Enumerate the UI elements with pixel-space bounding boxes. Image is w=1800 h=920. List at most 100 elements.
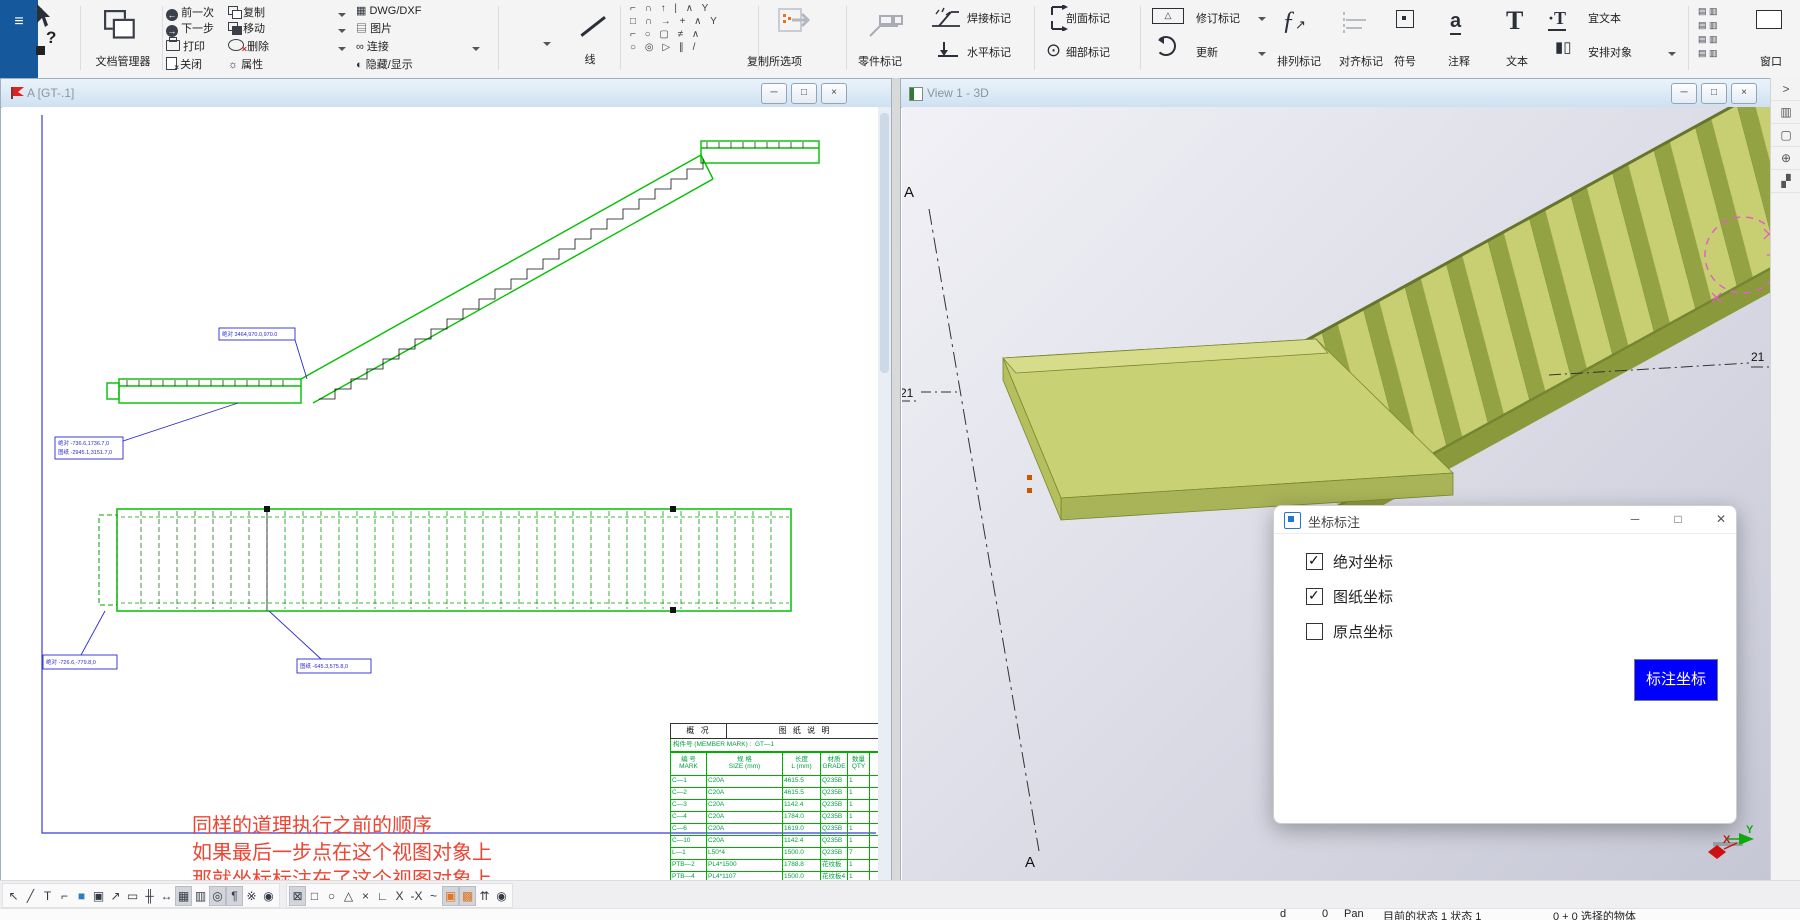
text-button[interactable]: T <box>1506 6 1523 36</box>
drawing-restore-button[interactable]: □ <box>791 83 817 104</box>
dimension-select-icon[interactable]: ↗ <box>107 886 124 906</box>
document-manager-label[interactable]: 文档管理器 <box>88 53 158 69</box>
line-label[interactable]: 线 <box>578 51 602 67</box>
applications-icon[interactable]: ▞ <box>1771 170 1800 193</box>
next-button[interactable]: → 下一步 <box>166 20 214 37</box>
drawing-minimize-button[interactable]: ─ <box>761 83 787 104</box>
color-swatch-icon[interactable] <box>36 46 45 55</box>
snap-center-icon[interactable]: ○ <box>323 886 340 906</box>
view-close-button[interactable]: × <box>1731 83 1757 104</box>
dialog-close-button[interactable]: ✕ <box>1712 511 1730 529</box>
snap-line-icon[interactable]: ~ <box>425 886 442 906</box>
snap-extension-icon[interactable]: X <box>391 886 408 906</box>
level-mark-label[interactable]: 水平标记 <box>967 44 1011 60</box>
snap-nearest-icon[interactable]: -X <box>408 886 425 906</box>
origin-coords-option[interactable]: 原点坐标 <box>1306 621 1393 642</box>
detail-mark-label[interactable]: 细部标记 <box>1066 44 1110 60</box>
coordinate-annotations[interactable]: 绝对 3464,970.0,970.0 绝对 -736.6,1736.7,0 图… <box>43 328 371 673</box>
window-label[interactable]: 窗口 <box>1756 53 1786 69</box>
move-button[interactable]: 移动 <box>228 20 265 36</box>
revision-dropdown[interactable] <box>1258 13 1266 25</box>
arrange-mark-label[interactable]: 排列标记 <box>1268 53 1330 69</box>
dialog-titlebar[interactable]: 坐标标注 ─ □ ✕ <box>1274 506 1736 534</box>
window-button[interactable] <box>1756 10 1782 32</box>
copy-dropdown[interactable] <box>338 9 346 21</box>
text-along-line-button[interactable]: ·T <box>1548 8 1566 31</box>
annotate-coordinates-button[interactable]: 标注坐标 <box>1634 659 1718 701</box>
link-dropdown[interactable] <box>472 43 480 55</box>
view-minimize-button[interactable]: ─ <box>1671 83 1697 104</box>
drawing-window-titlebar[interactable]: A [GT-.1] ─ □ × <box>1 79 891 108</box>
sketch-tools-row4[interactable]: ○ ◎ ▷ ∥ / <box>630 41 698 54</box>
symbol-label[interactable]: 符号 <box>1388 53 1422 69</box>
snap-midpoint-icon[interactable]: △ <box>340 886 357 906</box>
properties-button[interactable]: ☼ 属性 <box>228 56 263 72</box>
symbol-button[interactable] <box>1396 10 1414 31</box>
help-button[interactable]: ? <box>46 28 56 48</box>
drawing-coords-option[interactable]: 图纸坐标 <box>1306 586 1393 607</box>
snap-intersection-icon[interactable]: × <box>357 886 374 906</box>
copy-button[interactable]: 复制 <box>228 4 265 20</box>
web-panel-icon[interactable]: ⊕ <box>1771 147 1800 170</box>
select-switch-icon[interactable]: ↖ <box>5 886 22 906</box>
grid-faint-icon[interactable]: ▥ <box>192 886 209 906</box>
revision-mark-label[interactable]: 修订标记 <box>1196 10 1240 26</box>
part-mark-label[interactable]: 零件标记 <box>848 53 912 69</box>
dialog-maximize-button[interactable]: □ <box>1669 511 1687 529</box>
snap-points-icon[interactable]: ⊠ <box>289 886 306 906</box>
window-select-icon[interactable]: ▭ <box>124 886 141 906</box>
snap-priority-icon[interactable]: ⇈ <box>476 886 493 906</box>
select-cursor-button[interactable] <box>34 4 42 16</box>
delete-dropdown[interactable] <box>338 43 346 55</box>
drawing-coords-checkbox[interactable] <box>1306 588 1323 605</box>
snap-endpoint-icon[interactable]: □ <box>306 886 323 906</box>
text-label[interactable]: 文本 <box>1502 53 1532 69</box>
sketch-tools-row2[interactable]: □ ∩ → + ∧ Y <box>630 15 720 28</box>
main-menu-button[interactable]: ≡ <box>0 0 38 78</box>
scrollbar-thumb[interactable] <box>880 113 889 373</box>
text-along-line-label[interactable]: 宜文本 <box>1588 10 1621 26</box>
copy-selected-label[interactable]: 复制所选项 <box>732 53 817 69</box>
origin-coords-checkbox[interactable] <box>1306 623 1323 640</box>
collapse-panel-icon[interactable]: > <box>1771 78 1800 101</box>
weld-mark-label[interactable]: 焊接标记 <box>967 10 1011 26</box>
section-line[interactable] <box>929 209 1039 851</box>
sketch-tools-row1[interactable]: ⌐ ∩ ↑ | ∧ Y <box>630 2 711 15</box>
line-tool-icon[interactable]: ╱ <box>22 886 39 906</box>
dialog-minimize-button[interactable]: ─ <box>1626 511 1644 529</box>
color-fill-icon[interactable]: ■ <box>73 886 90 906</box>
drawing-canvas[interactable]: 绝对 3464,970.0,970.0 绝对 -736.6,1736.7,0 图… <box>2 107 878 880</box>
text-tool-icon[interactable]: T <box>39 886 56 906</box>
link-button[interactable]: ∞ 连接 <box>356 38 389 54</box>
align-mark-label[interactable]: 对齐标记 <box>1330 53 1392 69</box>
drawing-vertical-scrollbar[interactable] <box>878 107 891 880</box>
update-dropdown[interactable] <box>1258 48 1266 60</box>
view-3d-titlebar[interactable]: View 1 - 3D ─ □ × <box>901 79 1771 108</box>
window-arrange-icons[interactable]: ▤ ▥▤ ▥▤ ▥▤ ▥ <box>1698 4 1718 60</box>
document-manager-button[interactable] <box>104 10 116 23</box>
component-library-icon[interactable]: ▥ <box>1771 101 1800 124</box>
visibility-icon[interactable]: ◉ <box>260 886 277 906</box>
move-dropdown[interactable] <box>338 25 346 37</box>
drawing-close-button[interactable]: × <box>821 83 847 104</box>
view-restore-button[interactable]: □ <box>1701 83 1727 104</box>
picture-button[interactable]: ▤ 图片 <box>356 20 392 36</box>
detail-mark-button[interactable]: ⊙ <box>1046 40 1061 61</box>
model-handle-dot[interactable] <box>1027 475 1032 480</box>
sketch-tools-row3[interactable]: ⌐ ○ ▢ ≠ ∧ <box>630 28 702 41</box>
arrange-mark-button[interactable]: ƒ↗ <box>1282 6 1306 36</box>
pin-select-icon[interactable]: ¶ <box>226 886 243 906</box>
arrange-objects-dropdown[interactable] <box>1668 48 1676 60</box>
grid-select-icon[interactable]: ╫ <box>141 886 158 906</box>
arrange-objects-label[interactable]: 安排对象 <box>1588 44 1632 60</box>
mark-tool-icon[interactable]: ⌐ <box>56 886 73 906</box>
update-button[interactable] <box>1156 36 1176 59</box>
annotation-label[interactable]: 注释 <box>1442 53 1476 69</box>
hide-show-button[interactable]: ◐ 隐藏/显示 <box>356 56 413 72</box>
snap-ortho-icon[interactable]: ▣ <box>442 886 459 906</box>
annotation-button[interactable]: a <box>1450 10 1461 35</box>
symbol-select-icon[interactable]: ▣ <box>90 886 107 906</box>
grid-on-icon[interactable]: ▦ <box>175 886 192 906</box>
snap-perpendicular-icon[interactable]: ∟ <box>374 886 391 906</box>
axis-select-icon[interactable]: ↔ <box>158 886 175 906</box>
